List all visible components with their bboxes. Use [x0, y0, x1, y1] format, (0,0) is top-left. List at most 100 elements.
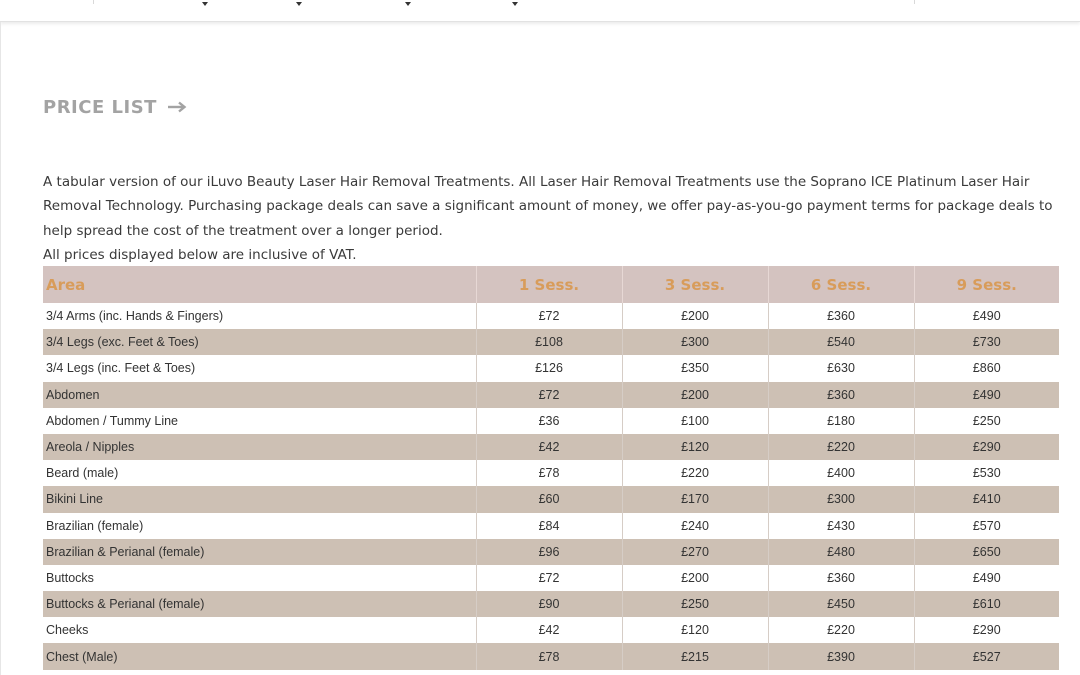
- area-cell: Abdomen / Tummy Line: [43, 407, 476, 434]
- price-cell: £42: [475, 617, 622, 644]
- price-table: Area 1 Sess. 3 Sess. 6 Sess. 9 Sess. 3/4…: [43, 266, 1059, 670]
- price-cell: £250: [913, 407, 1059, 434]
- table-row: Brazilian (female) £84 £240 £430 £570: [43, 512, 1059, 539]
- table-row: Bikini Line £60 £170 £300 £410: [43, 486, 1059, 513]
- price-cell: £108: [475, 329, 622, 356]
- price-cell: £90: [475, 591, 622, 618]
- price-cell: £360: [767, 381, 914, 408]
- price-cell: £36: [475, 407, 622, 434]
- nav-divider: [914, 0, 915, 4]
- column-header-9-sessions: 9 Sess.: [913, 266, 1059, 303]
- content-border: [0, 22, 1, 675]
- area-cell: Bikini Line: [43, 486, 476, 513]
- price-cell: £610: [913, 591, 1059, 618]
- price-cell: £200: [621, 303, 768, 330]
- price-cell: £350: [621, 355, 768, 382]
- price-cell: £630: [767, 355, 914, 382]
- table-row: 3/4 Legs (exc. Feet & Toes) £108 £300 £5…: [43, 329, 1059, 356]
- price-cell: £60: [475, 486, 622, 513]
- price-cell: £730: [913, 329, 1059, 356]
- arrow-right-icon: [167, 101, 187, 113]
- price-cell: £72: [475, 381, 622, 408]
- area-cell: Abdomen: [43, 381, 476, 408]
- price-cell: £120: [621, 617, 768, 644]
- price-cell: £220: [767, 433, 914, 461]
- column-header-3-sessions: 3 Sess.: [621, 266, 768, 303]
- column-header-1-session: 1 Sess.: [475, 266, 622, 303]
- price-cell: £42: [475, 433, 622, 461]
- table-row: Areola / Nipples £42 £120 £220 £290: [43, 433, 1059, 461]
- price-cell: £570: [913, 512, 1059, 539]
- price-cell: £78: [475, 460, 622, 487]
- chevron-down-icon[interactable]: [202, 2, 208, 6]
- table-row: Buttocks & Perianal (female) £90 £250 £4…: [43, 591, 1059, 618]
- chevron-down-icon[interactable]: [512, 2, 518, 6]
- price-cell: £360: [767, 564, 914, 592]
- price-cell: £78: [475, 643, 622, 670]
- area-cell: 3/4 Legs (inc. Feet & Toes): [43, 355, 476, 382]
- top-navigation-bar: [0, 0, 1080, 22]
- area-cell: Buttocks & Perianal (female): [43, 591, 476, 618]
- price-cell: £220: [621, 460, 768, 487]
- price-cell: £410: [913, 486, 1059, 513]
- area-cell: Chest (Male): [43, 643, 476, 670]
- price-cell: £480: [767, 538, 914, 565]
- price-cell: £126: [475, 355, 622, 382]
- table-row: Brazilian & Perianal (female) £96 £270 £…: [43, 538, 1059, 565]
- table-row: Abdomen / Tummy Line £36 £100 £180 £250: [43, 407, 1059, 434]
- price-cell: £400: [767, 460, 914, 487]
- price-cell: £540: [767, 329, 914, 356]
- price-cell: £240: [621, 512, 768, 539]
- area-cell: Cheeks: [43, 617, 476, 644]
- table-row: Chest (Male) £78 £215 £390 £527: [43, 643, 1059, 670]
- table-row: Buttocks £72 £200 £360 £490: [43, 564, 1059, 592]
- price-cell: £490: [913, 564, 1059, 592]
- price-cell: £430: [767, 512, 914, 539]
- vat-note: All prices displayed below are inclusive…: [43, 246, 357, 263]
- table-row: Beard (male) £78 £220 £400 £530: [43, 460, 1059, 487]
- price-cell: £530: [913, 460, 1059, 487]
- area-cell: Brazilian & Perianal (female): [43, 538, 476, 565]
- price-cell: £120: [621, 433, 768, 461]
- price-cell: £290: [913, 433, 1059, 461]
- page-heading: PRICE LIST: [43, 95, 187, 119]
- price-cell: £96: [475, 538, 622, 565]
- price-cell: £220: [767, 617, 914, 644]
- price-cell: £527: [913, 643, 1059, 670]
- price-cell: £180: [767, 407, 914, 434]
- table-row: Abdomen £72 £200 £360 £490: [43, 381, 1059, 408]
- price-cell: £650: [913, 538, 1059, 565]
- area-cell: 3/4 Arms (inc. Hands & Fingers): [43, 303, 476, 330]
- chevron-down-icon[interactable]: [296, 2, 302, 6]
- price-cell: £270: [621, 538, 768, 565]
- price-cell: £290: [913, 617, 1059, 644]
- area-cell: Beard (male): [43, 460, 476, 487]
- column-header-6-sessions: 6 Sess.: [767, 266, 914, 303]
- area-cell: Buttocks: [43, 564, 476, 592]
- price-cell: £72: [475, 564, 622, 592]
- price-cell: £250: [621, 591, 768, 618]
- page-title: PRICE LIST: [43, 96, 157, 118]
- price-cell: £860: [913, 355, 1059, 382]
- table-row: 3/4 Legs (inc. Feet & Toes) £126 £350 £6…: [43, 355, 1059, 382]
- area-cell: Brazilian (female): [43, 512, 476, 539]
- price-cell: £170: [621, 486, 768, 513]
- price-cell: £200: [621, 564, 768, 592]
- table-header-row: Area 1 Sess. 3 Sess. 6 Sess. 9 Sess.: [43, 266, 1059, 303]
- price-cell: £300: [621, 329, 768, 356]
- table-row: Cheeks £42 £120 £220 £290: [43, 617, 1059, 644]
- column-header-area: Area: [43, 266, 476, 303]
- price-cell: £84: [475, 512, 622, 539]
- intro-text: A tabular version of our iLuvo Beauty La…: [43, 170, 1063, 267]
- nav-divider: [93, 0, 94, 4]
- price-cell: £360: [767, 303, 914, 330]
- price-cell: £200: [621, 381, 768, 408]
- price-cell: £490: [913, 381, 1059, 408]
- chevron-down-icon[interactable]: [405, 2, 411, 6]
- intro-paragraph: A tabular version of our iLuvo Beauty La…: [43, 174, 1053, 239]
- area-cell: Areola / Nipples: [43, 433, 476, 461]
- price-cell: £300: [767, 486, 914, 513]
- price-cell: £490: [913, 303, 1059, 330]
- area-cell: 3/4 Legs (exc. Feet & Toes): [43, 329, 476, 356]
- price-cell: £215: [621, 643, 768, 670]
